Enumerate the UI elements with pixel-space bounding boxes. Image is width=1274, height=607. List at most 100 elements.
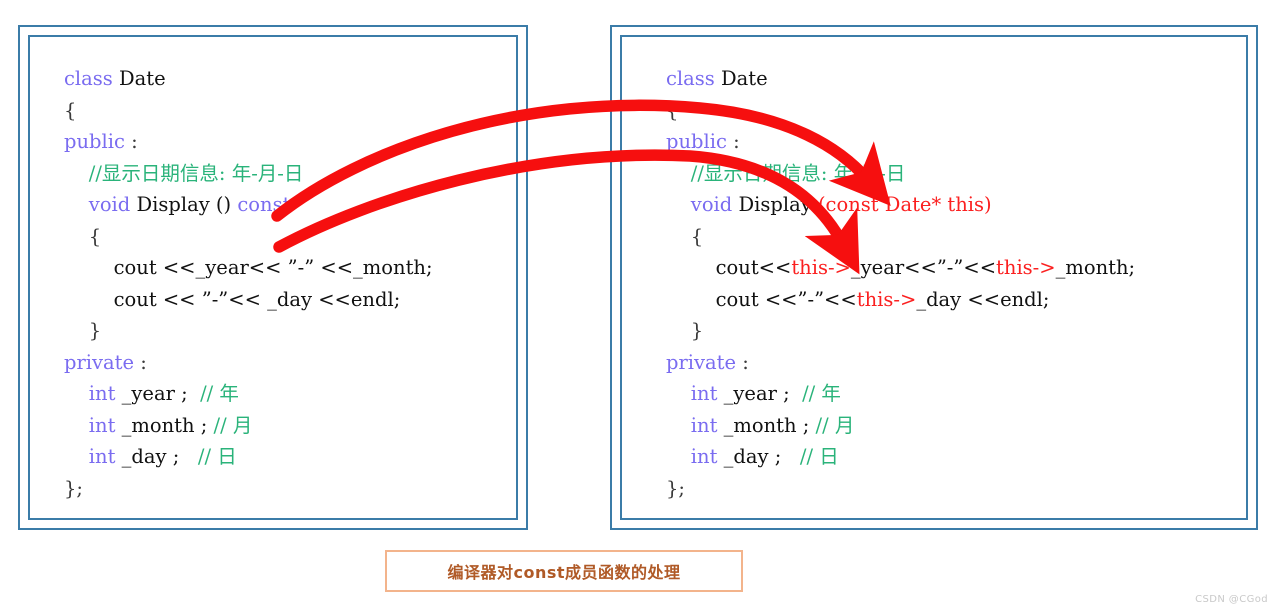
code-line: int _day ; // 日 — [64, 441, 516, 473]
code-line: } — [64, 315, 516, 347]
code-token: cout<< — [715, 256, 792, 279]
code-token: { — [64, 98, 77, 122]
code-line: public : — [64, 126, 516, 158]
code-line: { — [666, 95, 1246, 127]
code-token: int — [690, 445, 724, 468]
code-token: cout << ”-”<< _day <<endl; — [113, 287, 401, 311]
code-line: public : — [666, 126, 1246, 158]
code-line: }; — [64, 473, 516, 505]
code-token: class — [64, 67, 119, 90]
code-token: // 日 — [197, 445, 237, 468]
code-token: } — [690, 319, 704, 342]
code-token: int — [88, 413, 122, 437]
code-token: // 日 — [799, 445, 839, 468]
code-line: void Display () const — [64, 189, 516, 221]
code-line: cout <<”-”<<this->_day <<endl; — [666, 284, 1246, 316]
code-token: } — [88, 319, 102, 342]
code-line: int _day ; // 日 — [666, 441, 1246, 473]
code-token: //显示日期信息: 年-月-日 — [690, 161, 906, 185]
right-code-block: class Date { public : //显示日期信息: 年-月-日 void… — [622, 37, 1246, 518]
code-token: int — [88, 445, 122, 468]
code-line: cout <<_year<< ”-” <<_month; — [64, 252, 516, 284]
code-line: { — [64, 95, 516, 127]
code-token: { — [690, 224, 704, 248]
code-token: //显示日期信息: 年-月-日 — [88, 161, 304, 185]
code-token: int — [690, 413, 724, 437]
code-token: void — [690, 193, 739, 216]
left-code-panel-inner-border: class Date { public : //显示日期信息: 年-月-日 void… — [28, 35, 518, 520]
code-line: //显示日期信息: 年-月-日 — [64, 158, 516, 190]
code-line: { — [64, 221, 516, 253]
code-line: cout << ”-”<< _day <<endl; — [64, 284, 516, 316]
code-token: // 月 — [213, 413, 253, 437]
code-token: Display — [738, 193, 818, 216]
code-token: : — [134, 350, 147, 374]
code-line: class Date — [64, 63, 516, 95]
code-token: class — [666, 67, 721, 90]
code-token: { — [88, 224, 102, 248]
code-line: class Date — [666, 63, 1246, 95]
code-token: Date — [721, 67, 768, 90]
code-token: // 月 — [815, 413, 855, 437]
code-token: int — [88, 382, 122, 405]
code-line: cout<<this->_year<<”-”<<this->_month; — [666, 252, 1246, 284]
right-code-panel: class Date { public : //显示日期信息: 年-月-日 void… — [610, 25, 1258, 530]
code-token: // 年 — [802, 382, 841, 405]
code-token: _year ; — [121, 382, 201, 405]
left-code-block: class Date { public : //显示日期信息: 年-月-日 void… — [30, 37, 516, 518]
code-line: { — [666, 221, 1246, 253]
code-token: : — [726, 130, 740, 153]
code-token: _month ; — [121, 413, 214, 437]
code-token: public — [666, 130, 727, 153]
code-token: public — [64, 130, 125, 153]
code-token: }; — [666, 476, 685, 500]
code-token: // 年 — [200, 382, 239, 405]
code-line: void Display (const Date* this) — [666, 189, 1246, 221]
right-code-panel-inner-border: class Date { public : //显示日期信息: 年-月-日 void… — [620, 35, 1248, 520]
left-code-panel: class Date { public : //显示日期信息: 年-月-日 void… — [18, 25, 528, 530]
code-line: int _month ; // 月 — [666, 410, 1246, 442]
code-token: _day ; — [723, 445, 800, 468]
caption-box: 编译器对const成员函数的处理 — [385, 550, 743, 592]
code-token: (const Date* this) — [817, 193, 992, 216]
code-token: _year<<”-”<< — [850, 256, 997, 279]
code-token: this-> — [856, 287, 917, 311]
code-token: const — [237, 193, 291, 216]
code-token: _month; — [1055, 256, 1136, 279]
code-token: Date — [119, 67, 166, 90]
code-line: } — [666, 315, 1246, 347]
code-line: }; — [666, 473, 1246, 505]
code-line: //显示日期信息: 年-月-日 — [666, 158, 1246, 190]
code-token: { — [666, 98, 679, 122]
code-token: cout <<_year<< ”-” <<_month; — [113, 256, 433, 279]
code-line: private : — [64, 347, 516, 379]
code-token: private — [64, 350, 135, 374]
code-token: _day <<endl; — [916, 287, 1050, 311]
code-token: this-> — [996, 256, 1056, 279]
code-token: _month ; — [723, 413, 816, 437]
code-token: : — [736, 350, 749, 374]
code-token: void — [88, 193, 137, 216]
watermark-label: CSDN @CGod — [1195, 594, 1268, 605]
code-token: private — [666, 350, 737, 374]
code-token: }; — [64, 476, 83, 500]
code-line: int _year ; // 年 — [64, 378, 516, 410]
code-token: : — [124, 130, 138, 153]
code-token: int — [690, 382, 724, 405]
